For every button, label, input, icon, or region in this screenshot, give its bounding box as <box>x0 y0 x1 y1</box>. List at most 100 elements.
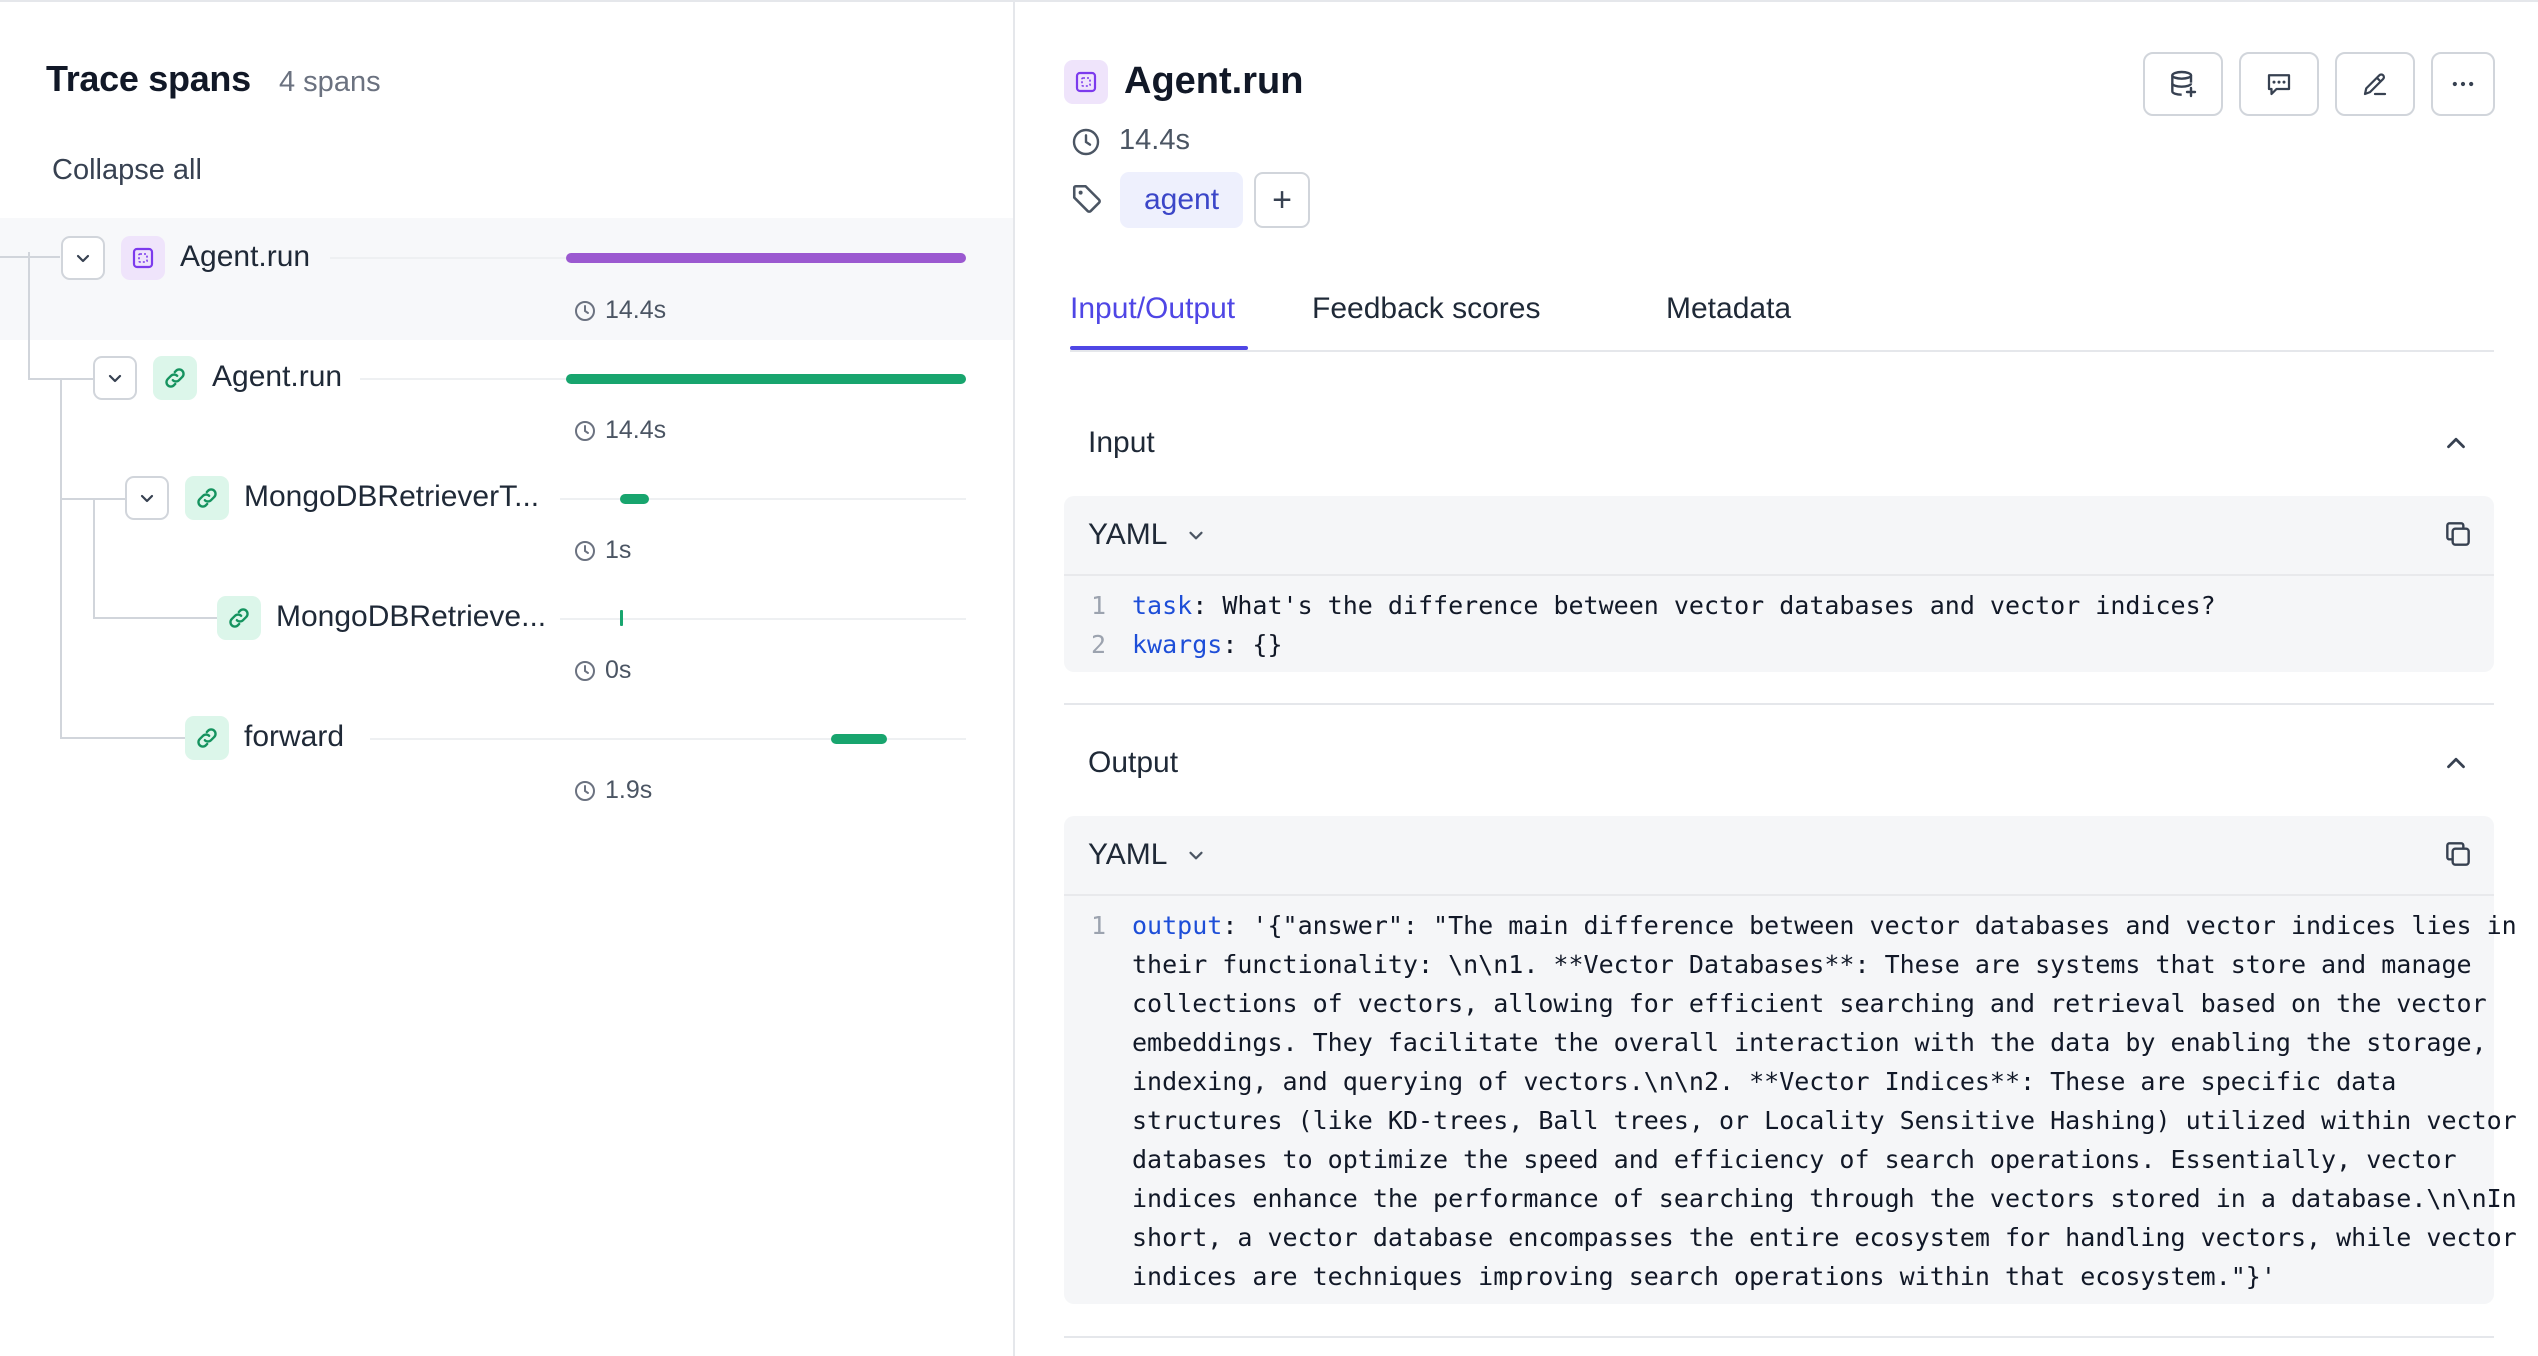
code-line: embeddings. They facilitate the overall … <box>1132 1028 2487 1057</box>
code-toolbar: YAML <box>1064 496 2494 576</box>
code-line: short, a vector database encompasses the… <box>1132 1223 2517 1252</box>
clock-icon <box>575 660 595 681</box>
tree-line <box>60 380 62 738</box>
span-duration-bar <box>831 734 887 744</box>
section-divider <box>1064 1336 2494 1338</box>
chevron-up-icon[interactable] <box>2441 748 2471 778</box>
span-duration-text: 0s <box>605 656 632 684</box>
add-tag-button[interactable]: + <box>1254 172 1310 228</box>
span-duration: 14.4s <box>573 416 666 445</box>
line-number: 2 <box>1090 630 1106 659</box>
span-count: 4 spans <box>279 66 381 98</box>
code-line: their functionality: \n\n1. **Vector Dat… <box>1132 950 2472 979</box>
chevron-up-icon[interactable] <box>2441 428 2471 458</box>
line-number: 1 <box>1090 591 1106 620</box>
tag-icon <box>1072 184 1101 213</box>
tab-metadata[interactable]: Metadata <box>1666 292 1791 326</box>
collapse-span-button[interactable] <box>93 356 137 400</box>
span-box-icon <box>121 236 165 280</box>
code-line: output: '{"answer": "The main difference… <box>1132 906 2517 945</box>
format-label: YAML <box>1088 518 1168 551</box>
output-section-title: Output <box>1088 746 1179 779</box>
code-line: indices enhance the performance of searc… <box>1132 1184 2517 1213</box>
span-name: forward <box>244 720 345 753</box>
clock-icon <box>575 780 595 801</box>
code-line: indices are techniques improving search … <box>1132 1262 2276 1291</box>
code-line: collections of vectors, allowing for eff… <box>1132 989 2487 1018</box>
tab-feedback-scores[interactable]: Feedback scores <box>1312 292 1540 326</box>
format-label: YAML <box>1088 838 1168 871</box>
active-tab-indicator <box>1070 346 1248 350</box>
chevron-down-icon <box>76 254 90 263</box>
tab-input-output[interactable]: Input/Output <box>1070 292 1235 326</box>
more-horizontal-icon <box>2452 81 2474 87</box>
input-section-title: Input <box>1088 426 1155 459</box>
span-detail-panel: Agent.run 14.4s agent + Input/Output Fee… <box>1017 2 2538 1356</box>
span-name: Agent.run <box>212 360 343 393</box>
span-duration-text: 1s <box>605 536 632 564</box>
span-duration: 1s <box>573 536 631 565</box>
span-duration-bar <box>620 610 623 626</box>
span-duration: 0s <box>573 656 631 685</box>
output-code-box: YAML 1 output: '{"answer": "The main dif… <box>1064 816 2517 1304</box>
section-divider <box>1064 703 2494 705</box>
yaml-key: task <box>1132 591 1193 620</box>
pencil-icon <box>2363 73 2387 96</box>
span-duration-bar <box>566 374 966 384</box>
code-line: databases to optimize the speed and effi… <box>1132 1145 2457 1174</box>
tree-line <box>0 256 60 258</box>
span-duration: 1.9s <box>573 776 652 805</box>
collapse-span-button[interactable] <box>125 476 169 520</box>
span-duration-text: 14.4s <box>605 296 667 324</box>
link-icon <box>185 476 229 520</box>
yaml-key: output <box>1132 911 1223 940</box>
add-tag-label: + <box>1272 181 1292 219</box>
chevron-down-icon <box>108 374 122 383</box>
link-icon <box>153 356 197 400</box>
comment-button[interactable] <box>2239 52 2319 116</box>
chevron-down-icon <box>140 494 154 503</box>
span-duration-text: 14.4s <box>605 416 667 444</box>
collapse-all-button[interactable]: Collapse all <box>52 154 202 187</box>
yaml-value: : {} <box>1222 630 1283 659</box>
span-duration: 14.4s <box>573 296 666 325</box>
code-line: structures (like KD-trees, Ball trees, o… <box>1132 1106 2517 1135</box>
span-duration-bar <box>566 253 966 263</box>
line-number: 1 <box>1090 911 1106 940</box>
code-line: indexing, and querying of vectors.\n\n2.… <box>1132 1067 2397 1096</box>
format-select[interactable]: YAML <box>1088 838 1207 872</box>
span-name: MongoDBRetrieve... <box>276 600 547 633</box>
span-box-icon <box>1064 60 1108 104</box>
span-duration: 14.4s <box>1119 124 1190 156</box>
more-options-button[interactable] <box>2431 52 2495 116</box>
input-code-box: YAML 1 task: What's the difference betwe… <box>1064 496 2494 672</box>
comment-icon <box>2267 74 2291 96</box>
trace-spans-panel: Trace spans 4 spans Collapse all Agent.r… <box>0 2 1015 1356</box>
tree-line <box>93 500 95 618</box>
code-toolbar: YAML <box>1064 816 2494 896</box>
yaml-value: : '{"answer": "The main difference betwe… <box>1222 911 2517 940</box>
tree-line <box>93 617 217 619</box>
copy-icon[interactable] <box>2442 518 2474 550</box>
tag-badge[interactable]: agent <box>1120 172 1244 228</box>
collapse-span-button[interactable] <box>61 236 105 280</box>
trace-spans-title: Trace spans <box>46 58 251 99</box>
database-plus-icon <box>2171 70 2197 98</box>
span-name: MongoDBRetrieverT... <box>244 480 540 513</box>
yaml-key: kwargs <box>1132 630 1223 659</box>
chevron-down-icon <box>1189 531 1204 540</box>
edit-button[interactable] <box>2335 52 2415 116</box>
code-line: task: What's the difference between vect… <box>1132 586 2216 625</box>
span-duration-text: 1.9s <box>605 776 653 804</box>
link-icon <box>217 596 261 640</box>
tree-line <box>60 737 186 739</box>
copy-icon[interactable] <box>2442 838 2474 870</box>
chevron-down-icon <box>1189 851 1204 860</box>
span-title: Agent.run <box>1124 60 1304 102</box>
yaml-value: : What's the difference between vector d… <box>1192 591 2216 620</box>
tree-line <box>28 252 30 380</box>
span-duration-bar <box>620 494 649 504</box>
add-to-dataset-button[interactable] <box>2143 52 2223 116</box>
clock-icon <box>1072 128 1100 156</box>
format-select[interactable]: YAML <box>1088 518 1207 552</box>
